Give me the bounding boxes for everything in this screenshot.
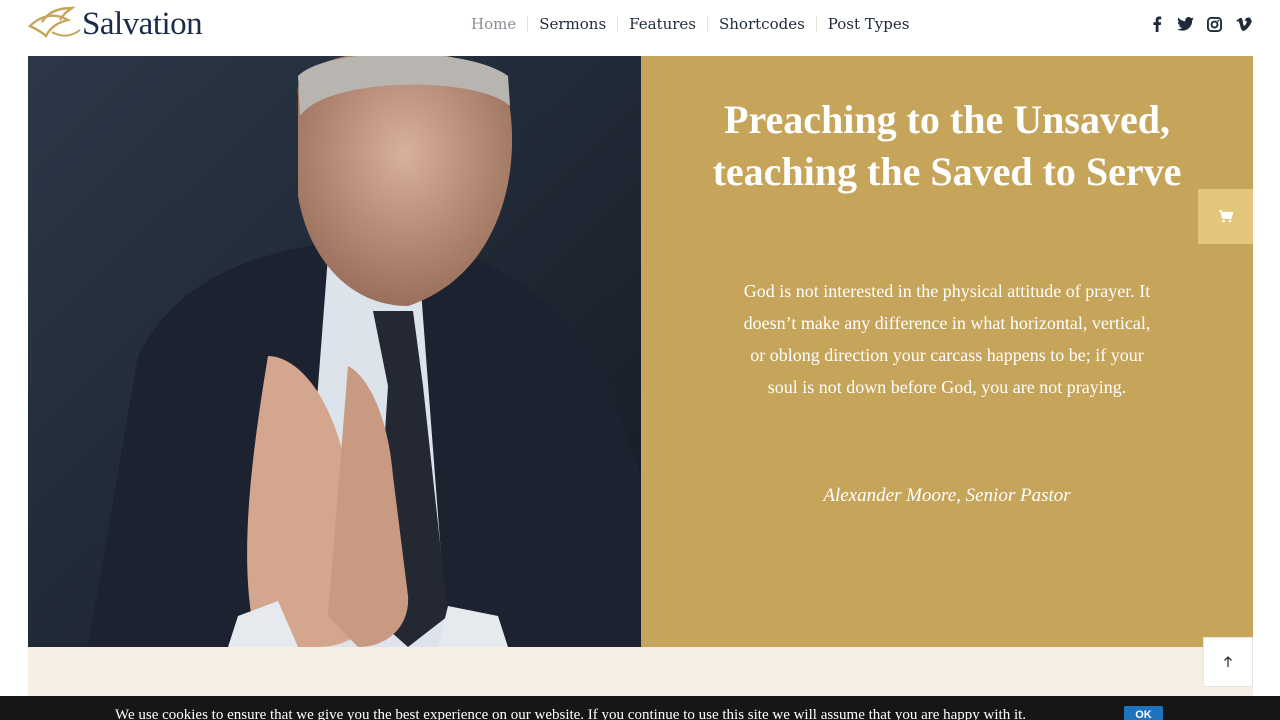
hero-quote: God is not interested in the physical at… — [743, 281, 1151, 397]
hero-section: Preaching to the Unsaved, teaching the S… — [28, 56, 1253, 647]
facebook-icon[interactable] — [1148, 14, 1165, 34]
nav-item-sermons[interactable]: Sermons — [528, 14, 617, 34]
cart-button[interactable] — [1198, 189, 1253, 244]
cookie-text: We use cookies to ensure that we give yo… — [115, 707, 1027, 720]
scroll-to-top-button[interactable] — [1203, 637, 1253, 687]
instagram-icon[interactable] — [1206, 14, 1223, 34]
brand-name: Salvation — [82, 6, 203, 42]
site-header: Salvation Home Sermons Features Shortcod… — [0, 0, 1280, 56]
nav-item-home[interactable]: Home — [460, 14, 527, 34]
nav-item-shortcodes[interactable]: Shortcodes — [708, 14, 816, 34]
quote-panel: Preaching to the Unsaved, teaching the S… — [641, 56, 1253, 647]
quote-author: Alexander Moore, Senior Pastor — [823, 485, 1071, 506]
site-logo[interactable]: Salvation — [28, 2, 203, 46]
nav-item-post-types[interactable]: Post Types — [817, 14, 921, 34]
arrow-up-icon — [1224, 656, 1232, 667]
vimeo-icon[interactable] — [1235, 14, 1252, 34]
cookie-notice: We use cookies to ensure that we give yo… — [0, 696, 1280, 720]
dove-fish-logo-icon — [28, 6, 81, 39]
twitter-icon[interactable] — [1177, 14, 1194, 34]
main-nav: Home Sermons Features Shortcodes Post Ty… — [460, 14, 920, 34]
nav-item-features[interactable]: Features — [618, 14, 707, 34]
pastor-photo — [28, 56, 641, 647]
social-links — [1148, 14, 1252, 34]
hero-headline: Preaching to the Unsaved, teaching the S… — [712, 97, 1182, 194]
cookie-ok-button[interactable]: OK — [1124, 706, 1163, 720]
shopping-cart-icon — [1218, 210, 1233, 223]
